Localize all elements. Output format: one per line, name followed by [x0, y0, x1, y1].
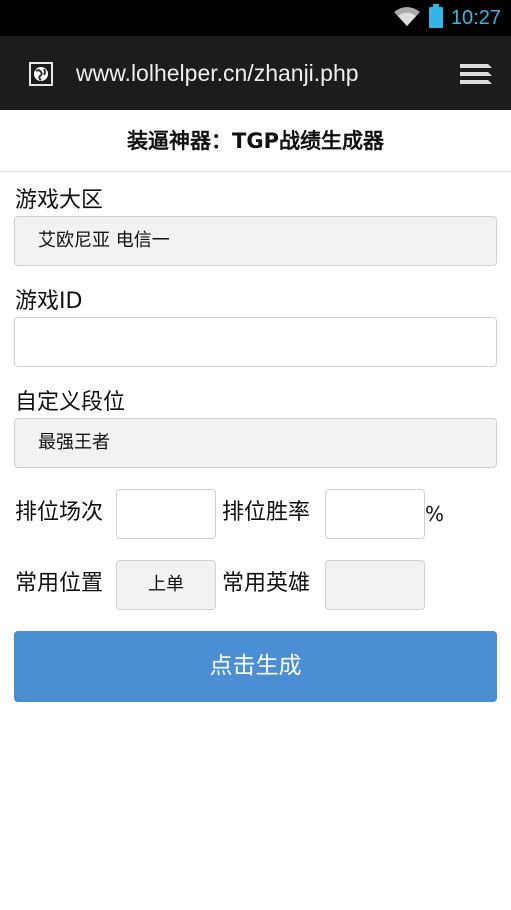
position-label: 常用位置 — [15, 571, 104, 596]
ranked-games-label: 排位场次 — [15, 500, 104, 525]
region-select[interactable]: 艾欧尼亚 电信一 — [14, 216, 497, 266]
status-bar: 10:27 — [0, 0, 511, 36]
win-rate-label: 排位胜率 — [222, 500, 311, 525]
browser-url-bar: www.lolhelper.cn/zhanji.php — [0, 36, 511, 110]
ranked-games-input[interactable] — [116, 489, 216, 539]
position-select[interactable]: 上单 — [116, 560, 216, 610]
win-rate-input[interactable] — [325, 489, 425, 539]
url-text[interactable]: www.lolhelper.cn/zhanji.php — [76, 58, 359, 88]
rank-select[interactable]: 最强王者 — [14, 418, 497, 468]
hero-label: 常用英雄 — [222, 571, 311, 596]
globe-icon[interactable] — [29, 62, 53, 86]
wifi-icon — [393, 5, 421, 31]
status-time: 10:27 — [450, 6, 501, 29]
game-id-input[interactable] — [14, 317, 497, 367]
rank-label: 自定义段位 — [15, 390, 126, 415]
region-label: 游戏大区 — [15, 188, 104, 213]
game-id-label: 游戏ID — [15, 289, 83, 314]
win-rate-unit: % — [425, 502, 445, 526]
tabs-menu-icon[interactable] — [458, 60, 494, 88]
page-title: 装逼神器：TGP战绩生成器 — [0, 110, 511, 172]
generate-button[interactable]: 点击生成 — [14, 631, 497, 702]
battery-icon — [428, 4, 443, 32]
hero-select[interactable] — [325, 560, 425, 610]
status-icons: 10:27 — [393, 0, 501, 36]
